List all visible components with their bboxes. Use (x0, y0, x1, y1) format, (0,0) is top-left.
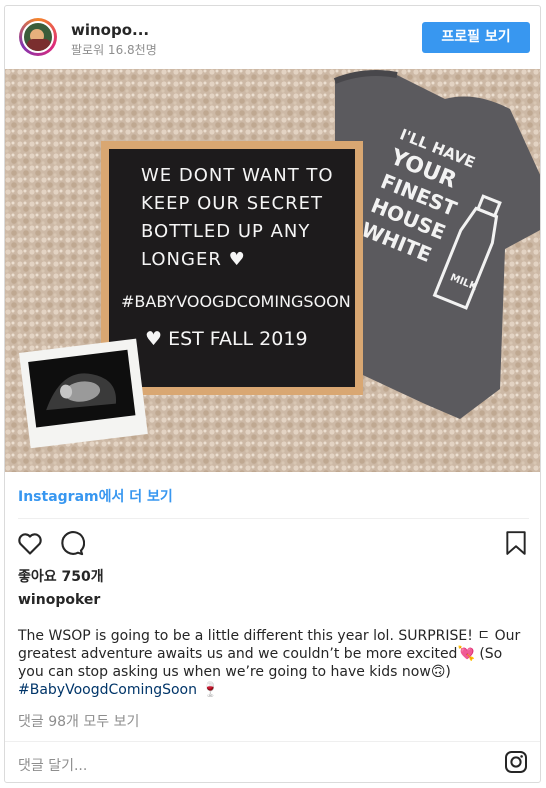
ultrasound-photo (19, 338, 148, 449)
follower-count: 팔로워 16.8천명 (71, 43, 157, 57)
caption-hashtag[interactable]: #BabyVoogdComingSoon (18, 682, 197, 698)
letterboard-line: ♥ EST FALL 2019 (145, 328, 308, 350)
post-caption: The WSOP is going to be a little differe… (18, 627, 528, 699)
instagram-embed-card: winopo... 팔로워 16.8천명 프로필 보기 I'LL HAVE YO… (4, 5, 541, 783)
letterboard: WE DONT WANT TO KEEP OUR SECRET BOTTLED … (101, 141, 363, 395)
letterboard-line: KEEP OUR SECRET (141, 193, 323, 214)
add-comment-input[interactable]: 댓글 달기... (18, 755, 87, 775)
like-count[interactable]: 좋아요 750개 (18, 566, 104, 586)
letterboard-line: LONGER ♥ (141, 249, 246, 270)
caption-text: The WSOP is going to be a little differe… (18, 628, 521, 680)
action-bar (5, 524, 540, 562)
letterboard-line: BOTTLED UP ANY (141, 221, 310, 242)
post-photo[interactable]: I'LL HAVE YOUR FINEST HOUSE WHITE MILK W… (5, 69, 540, 472)
post-owner[interactable]: winopoker (18, 592, 100, 608)
avatar[interactable] (19, 18, 57, 56)
wine-glass-emoji: 🍷 (201, 682, 219, 698)
bookmark-icon[interactable] (503, 529, 529, 557)
divider (18, 518, 529, 519)
comment-icon[interactable] (57, 529, 85, 557)
divider (5, 741, 540, 742)
view-profile-button[interactable]: 프로필 보기 (422, 22, 530, 53)
post-header: winopo... 팔로워 16.8천명 프로필 보기 (5, 6, 540, 69)
instagram-icon[interactable] (504, 750, 528, 774)
letterboard-hashtag: #BABYVOOGDCOMINGSOON (121, 292, 351, 311)
username[interactable]: winopo... (71, 21, 149, 39)
letterboard-line: WE DONT WANT TO (141, 165, 334, 186)
heart-icon[interactable] (16, 529, 44, 557)
view-all-comments-link[interactable]: 댓글 98개 모두 보기 (18, 711, 139, 731)
view-on-instagram-link[interactable]: Instagram에서 더 보기 (18, 486, 173, 506)
